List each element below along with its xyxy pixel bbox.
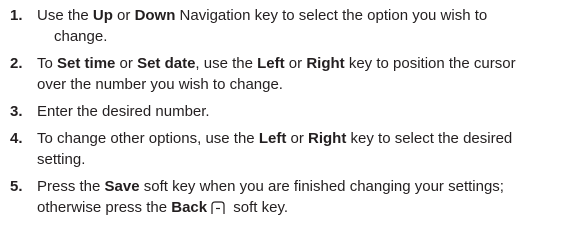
step-item: 1. Use the Up or Down Navigation key to s… <box>10 5 565 47</box>
step-number: 3. <box>10 103 23 120</box>
step-text-line: Enter the desired number. <box>37 101 565 122</box>
text-run: setting. <box>37 151 86 168</box>
text-run: To change other options, use the <box>37 130 259 147</box>
text-run: Press the <box>37 178 105 195</box>
key-name: Save <box>104 178 140 195</box>
text-run: or <box>286 130 309 147</box>
step-text: Enter the desired number. <box>37 101 565 122</box>
step-text: To change other options, use the Left or… <box>37 128 565 170</box>
text-run: or <box>284 55 307 72</box>
step-text: Use the Up or Down Navigation key to sel… <box>37 5 565 47</box>
text-run: over the number you wish to change. <box>37 76 283 93</box>
step-number: 2. <box>10 55 23 72</box>
text-run: , use the <box>195 55 258 72</box>
text-run: or <box>112 7 135 24</box>
key-name: Right <box>308 130 347 147</box>
key-name: Back <box>171 199 208 216</box>
step-item: 3. Enter the desired number. <box>10 101 565 122</box>
text-run: Navigation key to select the option you … <box>175 7 488 24</box>
step-text: Press the Save soft key when you are fin… <box>37 176 565 218</box>
step-number: 4. <box>10 130 23 147</box>
text-run: soft key when you are finished changing … <box>139 178 504 195</box>
step-text-line: Press the Save soft key when you are fin… <box>37 176 565 197</box>
step-number: 5. <box>10 178 23 195</box>
step-item: 5. Press the Save soft key when you are f… <box>10 176 565 218</box>
text-run: Enter the desired number. <box>37 103 210 120</box>
text-run: key to select the desired <box>346 130 513 147</box>
right-softkey-icon <box>211 201 225 214</box>
text-run: key to position the cursor <box>344 55 516 72</box>
step-text: To Set time or Set date, use the Left or… <box>37 53 565 95</box>
text-run: To <box>37 55 58 72</box>
text-run: Use the <box>37 7 93 24</box>
step-text-line: setting. <box>37 149 565 170</box>
instruction-steps: 1. Use the Up or Down Navigation key to s… <box>0 0 565 218</box>
step-item: 4. To change other options, use the Left … <box>10 128 565 170</box>
step-text-line: over the number you wish to change. <box>37 74 565 95</box>
text-run: or <box>115 55 138 72</box>
key-name: Left <box>258 130 287 147</box>
step-text-line: change. <box>37 26 565 47</box>
step-item: 2. To Set time or Set date, use the Left … <box>10 53 565 95</box>
key-name: Set time <box>57 55 116 72</box>
step-number: 1. <box>10 7 23 24</box>
key-name: Right <box>306 55 345 72</box>
key-name: Up <box>92 7 113 24</box>
key-name: Set date <box>137 55 196 72</box>
text-run: soft key. <box>229 199 289 216</box>
key-name: Left <box>257 55 285 72</box>
step-text-line: otherwise press the Back soft key. <box>37 197 565 218</box>
text-run: change. <box>54 28 108 45</box>
step-text-line: Use the Up or Down Navigation key to sel… <box>37 5 565 26</box>
text-run: otherwise press the <box>37 199 172 216</box>
step-text-line: To Set time or Set date, use the Left or… <box>37 53 565 74</box>
step-text-line: To change other options, use the Left or… <box>37 128 565 149</box>
key-name: Down <box>134 7 176 24</box>
